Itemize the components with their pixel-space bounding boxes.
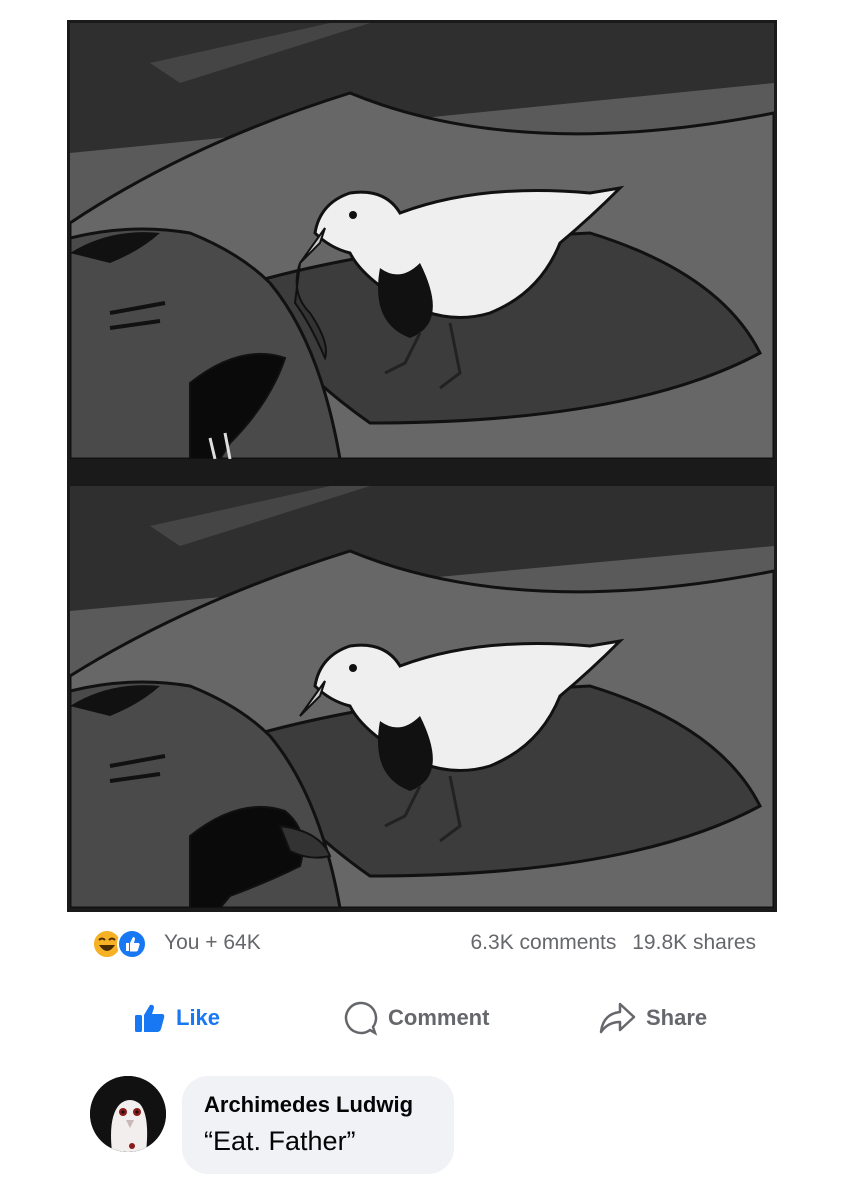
share-label: Share	[646, 1005, 708, 1030]
pigeon-avatar-icon	[90, 1076, 166, 1152]
comment-item: Archimedes Ludwig “Eat. Father”	[90, 1076, 790, 1186]
like-reaction-icon	[117, 929, 147, 959]
commenter-avatar[interactable]	[90, 1076, 166, 1152]
comic-panel-2-art	[70, 486, 774, 908]
reactions-summary[interactable]: You + 64K	[164, 931, 261, 955]
thumbs-up-icon	[135, 1004, 165, 1032]
like-label: Like	[176, 1005, 221, 1030]
comic-image[interactable]	[67, 20, 777, 912]
reactions-bar: You + 64K 6.3K comments 19.8K shares	[92, 925, 756, 961]
comment-text: “Eat. Father”	[204, 1126, 356, 1156]
comic-panel-2	[70, 486, 774, 908]
comment-label: Comment	[388, 1005, 490, 1030]
like-button[interactable]: Like	[134, 995, 220, 1041]
comic-panel-1	[70, 23, 774, 459]
laughing-emoji-icon	[92, 929, 122, 959]
post-stats: 6.3K comments 19.8K shares	[471, 931, 757, 955]
comment-bubble: Archimedes Ludwig “Eat. Father”	[182, 1076, 454, 1174]
comment-button[interactable]: Comment	[342, 995, 489, 1041]
comments-count[interactable]: 6.3K comments	[471, 931, 617, 954]
shares-count[interactable]: 19.8K shares	[632, 931, 756, 954]
share-arrow-icon	[599, 1002, 636, 1034]
comment-author[interactable]: Archimedes Ludwig	[204, 1092, 432, 1118]
comment-bubble-icon	[344, 1001, 378, 1036]
reaction-icons[interactable]	[92, 929, 154, 959]
post-actions: Like Comment Share	[92, 995, 756, 1041]
share-button[interactable]: Share	[598, 995, 707, 1041]
comic-panel-1-art	[70, 23, 774, 459]
